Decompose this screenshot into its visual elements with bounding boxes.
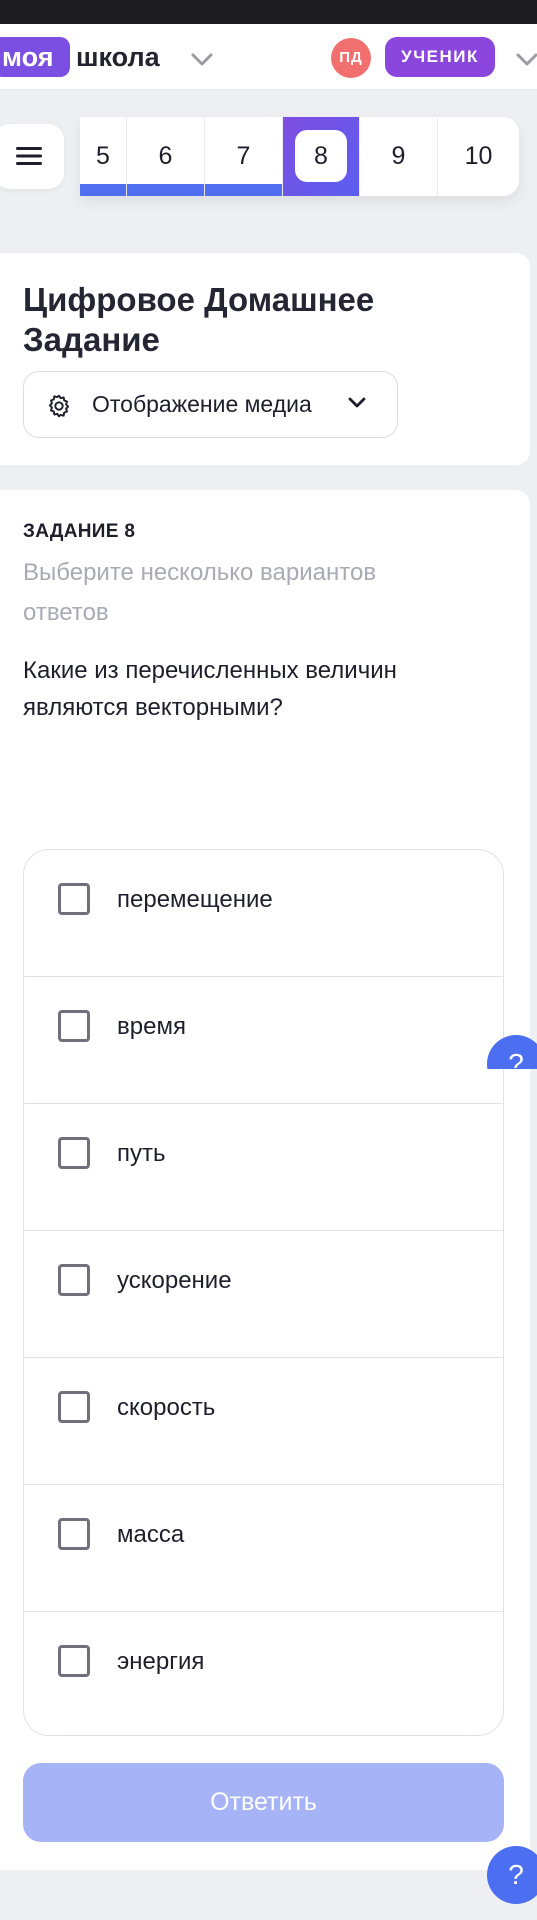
task-hint: Выберите несколько вариантов ответов [23,559,377,626]
answer-option[interactable]: путь [24,1104,503,1231]
answer-options: перемещение время путь ускорение скорост… [23,849,504,1736]
checkbox[interactable] [58,1010,90,1042]
tab-task-8[interactable]: 8 [283,117,360,196]
option-label: энергия [117,1648,205,1675]
tab-task-5[interactable]: 5 [80,117,127,196]
hamburger-icon [16,147,42,165]
task-tabs: 5 6 7 8 9 10 [80,117,519,196]
tab-task-9[interactable]: 9 [360,117,438,196]
gear-icon [48,394,70,418]
checkbox[interactable] [58,1391,90,1423]
checkbox[interactable] [58,1645,90,1677]
chevron-down-icon[interactable] [515,52,537,68]
tab-task-7[interactable]: 7 [205,117,283,196]
answer-option[interactable]: масса [24,1485,503,1612]
tab-task-10[interactable]: 10 [438,117,519,196]
page-title: Цифровое Домашнее Задание [23,281,375,358]
option-label: скорость [117,1394,216,1421]
app-header: моя школа ПД УЧЕНИК [0,24,537,90]
answer-option[interactable]: энергия [24,1612,503,1735]
answer-option[interactable]: перемещение [24,850,503,977]
option-label: ускорение [117,1267,232,1294]
checkbox[interactable] [58,1264,90,1296]
checkbox[interactable] [58,883,90,915]
chevron-down-icon [348,397,366,408]
logo-moya[interactable]: моя [0,37,70,77]
status-bar [0,0,537,24]
tab-task-6[interactable]: 6 [127,117,205,196]
answer-option[interactable]: ускорение [24,1231,503,1358]
avatar[interactable]: ПД [331,38,371,78]
checkbox[interactable] [58,1137,90,1169]
menu-button[interactable] [0,124,64,189]
chevron-down-icon[interactable] [190,52,214,68]
media-display-label: Отображение медиа [92,391,312,417]
task-number: ЗАДАНИЕ 8 [23,521,136,542]
answer-option[interactable]: время [24,977,503,1104]
option-label: перемещение [117,886,273,913]
submit-answer-button[interactable]: Ответить [23,1763,504,1842]
question-text: Какие из перечисленных величин являются … [23,657,397,721]
answer-option[interactable]: скорость [24,1358,503,1485]
role-badge[interactable]: УЧЕНИК [385,37,495,77]
checkbox[interactable] [58,1518,90,1550]
option-label: путь [117,1140,166,1167]
help-icon[interactable]: ? [487,1846,537,1904]
logo-shkola[interactable]: школа [76,37,160,77]
media-display-button[interactable]: Отображение медиа [23,371,398,438]
option-label: масса [117,1521,185,1548]
option-label: время [117,1013,186,1040]
